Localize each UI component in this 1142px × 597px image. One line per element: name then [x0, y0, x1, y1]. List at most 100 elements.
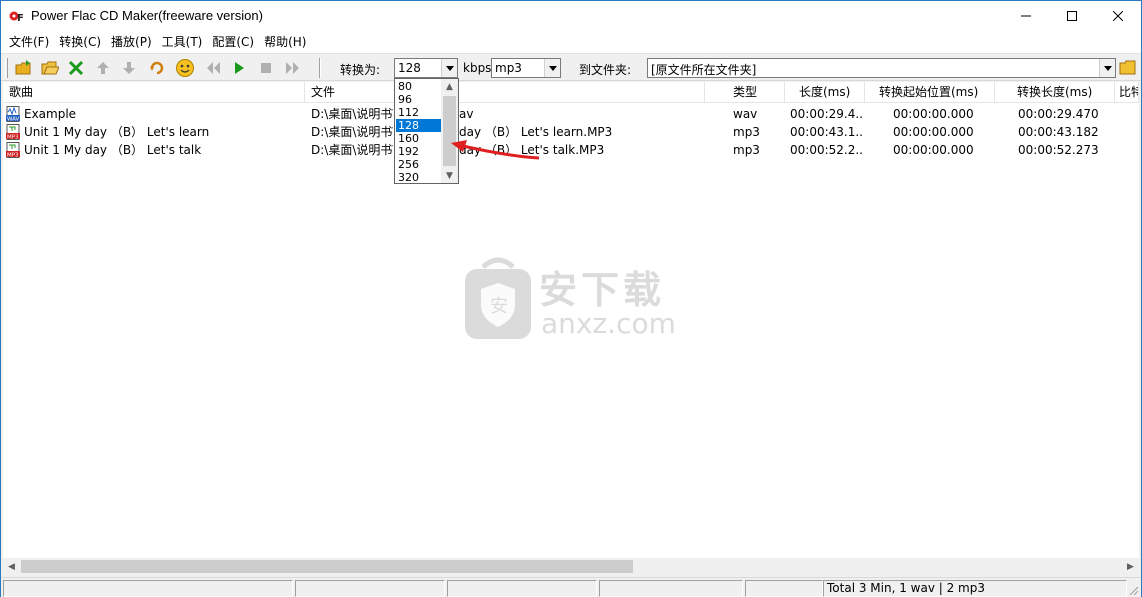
horizontal-scrollbar[interactable]: ◀ ▶ [3, 558, 1139, 575]
folder-open-icon [41, 61, 59, 75]
row-type: mp3 [733, 143, 760, 157]
status-pane [447, 580, 597, 597]
scroll-down-icon[interactable]: ▼ [441, 168, 458, 183]
folder-icon [1119, 60, 1136, 75]
format-select[interactable]: mp3 [491, 58, 561, 78]
delete-x-icon [68, 60, 84, 76]
row-type: mp3 [733, 125, 760, 139]
watermark-en: anxz.com [541, 307, 676, 340]
menu-help[interactable]: 帮助(H) [260, 32, 310, 52]
close-icon [1113, 11, 1123, 21]
move-down-button[interactable] [118, 57, 140, 79]
col-header-bitrate[interactable]: 比特 [1115, 82, 1139, 103]
table-row[interactable]: MP3 Unit 1 My day （B） Let's learn D:\桌面\… [3, 123, 1139, 141]
close-button[interactable] [1095, 1, 1141, 31]
toolbar-separator [319, 58, 321, 78]
bitrate-option[interactable]: 256 [396, 158, 441, 171]
format-value: mp3 [495, 61, 522, 75]
title-bar: F Power Flac CD Maker(freeware version) [1, 1, 1141, 31]
bitrate-option[interactable]: 320 [396, 171, 441, 184]
bitrate-option[interactable]: 160 [396, 132, 441, 145]
scroll-right-icon[interactable]: ▶ [1122, 558, 1139, 575]
dropdown-scrollbar[interactable]: ▲ ▼ [441, 79, 458, 183]
bitrate-option-selected[interactable]: 128 [396, 119, 441, 132]
maximize-button[interactable] [1049, 1, 1095, 31]
folder-add-icon [15, 60, 31, 75]
smiley-button[interactable] [174, 57, 196, 79]
play-button[interactable] [228, 57, 250, 79]
svg-text:MP3: MP3 [7, 135, 19, 141]
resize-grip-icon[interactable] [1127, 584, 1139, 596]
status-pane [3, 580, 293, 597]
status-bar: Total 3 Min, 1 wav | 2 mp3 [1, 577, 1141, 597]
chevron-down-icon[interactable] [544, 59, 560, 77]
bitrate-dropdown-list[interactable]: 80 96 112 128 160 192 256 320 ▲ ▼ [394, 78, 459, 184]
browse-folder-button[interactable] [1117, 57, 1139, 79]
remove-button[interactable] [65, 57, 87, 79]
bitrate-value: 128 [398, 61, 421, 75]
row-type: wav [733, 107, 758, 121]
stop-icon [261, 63, 271, 73]
smiley-face-icon [176, 59, 194, 77]
arrow-down-icon [123, 62, 135, 74]
row-conv-length: 00:00:29.470 [1018, 107, 1099, 121]
status-pane [599, 580, 743, 597]
svg-text:F: F [17, 13, 24, 24]
col-header-conv-length[interactable]: 转换长度(ms) [995, 82, 1115, 103]
maximize-icon [1067, 11, 1077, 21]
svg-text:MP3: MP3 [7, 153, 19, 159]
menu-convert[interactable]: 转换(C) [55, 32, 105, 52]
bitrate-select[interactable]: 128 [394, 58, 458, 78]
table-row[interactable]: MP3 Unit 1 My day （B） Let's talk D:\桌面\说… [3, 141, 1139, 159]
convert-to-label: 转换为: [340, 63, 381, 77]
row-song: Unit 1 My day （B） Let's talk [24, 143, 202, 157]
fast-forward-button[interactable] [282, 57, 304, 79]
col-header-type[interactable]: 类型 [705, 82, 785, 103]
bitrate-option[interactable]: 192 [396, 145, 441, 158]
dest-folder-value: [原文件所在文件夹] [651, 63, 757, 77]
scroll-up-icon[interactable]: ▲ [441, 79, 458, 94]
menu-tools[interactable]: 工具(T) [158, 32, 207, 52]
chevron-down-icon[interactable] [1099, 59, 1115, 77]
stop-button[interactable] [255, 57, 277, 79]
row-file: D:\桌面\说明书\ [311, 143, 393, 157]
wav-file-icon: WAV [6, 106, 20, 122]
chevron-down-icon[interactable] [441, 59, 457, 77]
scroll-thumb[interactable] [21, 560, 633, 573]
convert-button[interactable] [146, 57, 168, 79]
row-file: D:\桌面\说明书\ [311, 107, 393, 121]
toolbar-grip[interactable] [5, 58, 8, 78]
col-header-start[interactable]: 转换起始位置(ms) [865, 82, 995, 103]
row-start: 00:00:00.000 [893, 107, 974, 121]
add-folder-button[interactable] [39, 57, 61, 79]
bitrate-option[interactable]: 80 [396, 80, 441, 93]
add-files-button[interactable] [13, 57, 35, 79]
bitrate-option[interactable]: 112 [396, 106, 441, 119]
bitrate-option[interactable]: 96 [396, 93, 441, 106]
menu-bar: 文件(F) 转换(C) 播放(P) 工具(T) 配置(C) 帮助(H) [1, 31, 1141, 53]
status-pane [745, 580, 823, 597]
menu-file[interactable]: 文件(F) [5, 32, 53, 52]
rewind-icon [207, 62, 220, 74]
minimize-icon [1021, 15, 1031, 17]
svg-text:安: 安 [490, 296, 508, 317]
move-up-button[interactable] [92, 57, 114, 79]
dest-folder-select[interactable]: [原文件所在文件夹] [647, 58, 1116, 78]
row-start: 00:00:00.000 [893, 125, 974, 139]
col-header-song[interactable]: 歌曲 [3, 82, 305, 103]
table-row[interactable]: WAV Example D:\桌面\说明书\ av wav 00:00:29.4… [3, 105, 1139, 123]
app-logo-icon: F [9, 11, 24, 24]
status-summary: Total 3 Min, 1 wav | 2 mp3 [823, 580, 1127, 597]
col-header-file[interactable]: 文件 [305, 82, 705, 103]
row-start: 00:00:00.000 [893, 143, 974, 157]
shield-bag-icon: 安 [465, 257, 531, 339]
scroll-left-icon[interactable]: ◀ [3, 558, 20, 575]
fast-forward-icon [286, 62, 299, 74]
watermark-cn: 安下载 [539, 268, 666, 312]
menu-play[interactable]: 播放(P) [107, 32, 156, 52]
menu-config[interactable]: 配置(C) [208, 32, 258, 52]
col-header-length[interactable]: 长度(ms) [785, 82, 865, 103]
annotation-arrow-icon [451, 140, 540, 160]
rewind-button[interactable] [202, 57, 224, 79]
minimize-button[interactable] [1003, 1, 1049, 31]
